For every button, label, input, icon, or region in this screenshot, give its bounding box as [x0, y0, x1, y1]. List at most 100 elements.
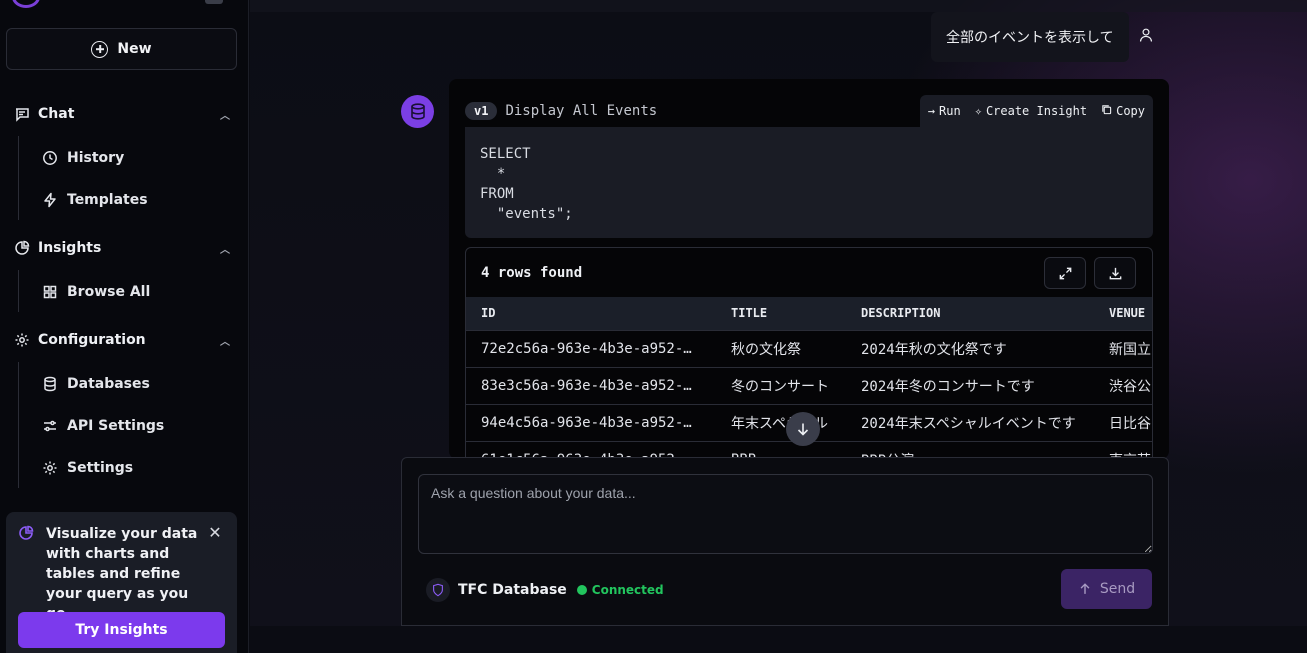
- grid-icon: [42, 284, 58, 300]
- lightning-icon: [42, 192, 58, 208]
- database-logo-icon: [426, 578, 450, 602]
- section-divider: [18, 362, 19, 488]
- cell-title: 年末スペシャル: [716, 404, 846, 442]
- scroll-to-bottom-button[interactable]: [786, 412, 820, 446]
- sql-code[interactable]: SELECT * FROM "events";: [465, 127, 1153, 238]
- cell-description: 2024年末スペシャルイベントです: [846, 404, 1094, 442]
- database-icon: [42, 376, 58, 392]
- user-message-text: 全部のイベントを表示して: [946, 30, 1114, 46]
- sidebar-item-label: Browse All: [67, 284, 151, 300]
- arrow-up-icon: [1080, 583, 1090, 594]
- column-header[interactable]: VENUE: [1094, 297, 1152, 331]
- cell-title: 秋の文化祭: [716, 330, 846, 368]
- section-configuration[interactable]: Configuration ︿: [14, 328, 230, 352]
- query-header: v1 Display All Events → Run ✧ Create Ins…: [465, 95, 1153, 127]
- download-button[interactable]: [1094, 257, 1136, 289]
- cell-title: 冬のコンサート: [716, 367, 846, 405]
- query-title: Display All Events: [505, 103, 658, 119]
- insights-icon: [14, 240, 30, 256]
- sidebar-item-label: Templates: [67, 192, 148, 208]
- copy-button[interactable]: Copy: [1101, 104, 1145, 118]
- status-label: Connected: [591, 583, 664, 597]
- app-logo[interactable]: [12, 0, 40, 8]
- table-row[interactable]: 83e3c56a-963e-4b3e-a952-… 冬のコンサート 2024年冬…: [466, 367, 1152, 405]
- section-chat-label: Chat: [38, 106, 75, 122]
- database-icon: [410, 102, 425, 120]
- new-chat-button[interactable]: New: [6, 28, 237, 70]
- close-icon[interactable]: ✕: [206, 524, 224, 542]
- user-icon: [1135, 24, 1157, 46]
- database-name: TFC Database: [458, 582, 567, 598]
- expand-icon: [1059, 267, 1071, 279]
- section-divider: [18, 270, 19, 312]
- sidebar-toggle-icon[interactable]: [205, 0, 223, 4]
- cell-id: 72e2c56a-963e-4b3e-a952-…: [466, 330, 716, 368]
- arrow-down-icon: [797, 423, 809, 436]
- database-selector[interactable]: TFC Database Connected: [426, 578, 664, 602]
- sidebar-item-settings[interactable]: Settings: [42, 455, 232, 481]
- create-insight-button[interactable]: ✧ Create Insight: [975, 104, 1087, 118]
- column-header[interactable]: TITLE: [716, 297, 846, 331]
- question-input[interactable]: [418, 474, 1153, 554]
- assistant-message: v1 Display All Events → Run ✧ Create Ins…: [449, 79, 1169, 459]
- sidebar-item-api-settings[interactable]: API Settings: [42, 413, 232, 439]
- sidebar: New Chat ︿ History Templates Insights ︿ …: [0, 0, 249, 653]
- send-button[interactable]: Send: [1061, 569, 1152, 609]
- cell-description: 2024年冬のコンサートです: [846, 367, 1094, 405]
- connection-status: Connected: [576, 583, 664, 597]
- message-composer: TFC Database Connected Send: [401, 457, 1169, 626]
- run-label: Run: [939, 104, 961, 118]
- section-insights-label: Insights: [38, 240, 102, 256]
- gear-icon: [42, 460, 58, 476]
- section-chat[interactable]: Chat ︿: [14, 102, 230, 126]
- clock-icon: [42, 150, 58, 166]
- insights-promo-card: Visualize your data with charts and tabl…: [6, 512, 237, 653]
- chevron-up-icon: ︿: [220, 244, 230, 256]
- send-label: Send: [1099, 581, 1136, 597]
- try-insights-button[interactable]: Try Insights: [18, 612, 225, 648]
- promo-text: Visualize your data with charts and tabl…: [46, 526, 198, 622]
- chat-main: 全部のイベントを表示して v1 Display All Events → Run…: [250, 0, 1307, 653]
- user-message: 全部のイベントを表示して: [931, 12, 1129, 62]
- section-insights[interactable]: Insights ︿: [14, 236, 230, 260]
- table-header-row: ID TITLE DESCRIPTION VENUE: [466, 297, 1152, 331]
- run-button[interactable]: → Run: [928, 104, 961, 118]
- table-row[interactable]: 72e2c56a-963e-4b3e-a952-… 秋の文化祭 2024年秋の文…: [466, 330, 1152, 368]
- message-icon: [14, 106, 30, 122]
- sidebar-item-templates[interactable]: Templates: [42, 187, 232, 213]
- status-dot-icon: [576, 585, 587, 595]
- cell-id: 94e4c56a-963e-4b3e-a952-…: [466, 404, 716, 442]
- column-header[interactable]: ID: [466, 297, 716, 331]
- top-bar: [250, 0, 1307, 12]
- copy-label: Copy: [1116, 104, 1145, 118]
- query-actions: → Run ✧ Create Insight Copy: [919, 95, 1153, 127]
- insights-icon: [18, 525, 34, 541]
- cell-venue: 新国立: [1094, 330, 1152, 368]
- gear-icon: [14, 332, 30, 348]
- cell-id: 83e3c56a-963e-4b3e-a952-…: [466, 367, 716, 405]
- sidebar-item-label: History: [67, 150, 125, 166]
- expand-button[interactable]: [1044, 257, 1086, 289]
- chevron-up-icon: ︿: [220, 110, 230, 122]
- section-configuration-label: Configuration: [38, 332, 146, 348]
- column-header[interactable]: DESCRIPTION: [846, 297, 1094, 331]
- section-divider: [18, 136, 19, 220]
- create-insight-label: Create Insight: [985, 104, 1088, 118]
- download-icon: [1109, 267, 1121, 279]
- cell-venue: 渋谷公: [1094, 367, 1152, 405]
- sidebar-item-databases[interactable]: Databases: [42, 371, 232, 397]
- assistant-avatar: [401, 95, 434, 128]
- arrow-right-icon: →: [927, 104, 936, 118]
- new-chat-label: New: [117, 41, 152, 57]
- sidebar-item-history[interactable]: History: [42, 145, 232, 171]
- cell-description: 2024年秋の文化祭です: [846, 330, 1094, 368]
- footer-area: [250, 626, 1307, 653]
- sidebar-item-label: API Settings: [67, 418, 165, 434]
- sidebar-item-label: Settings: [67, 460, 134, 476]
- chevron-up-icon: ︿: [220, 336, 230, 348]
- sidebar-item-browse-all[interactable]: Browse All: [42, 279, 232, 305]
- sparkles-icon: ✧: [974, 104, 982, 118]
- cell-venue: 日比谷: [1094, 404, 1152, 442]
- version-badge: v1: [465, 102, 498, 120]
- sidebar-item-label: Databases: [67, 376, 150, 392]
